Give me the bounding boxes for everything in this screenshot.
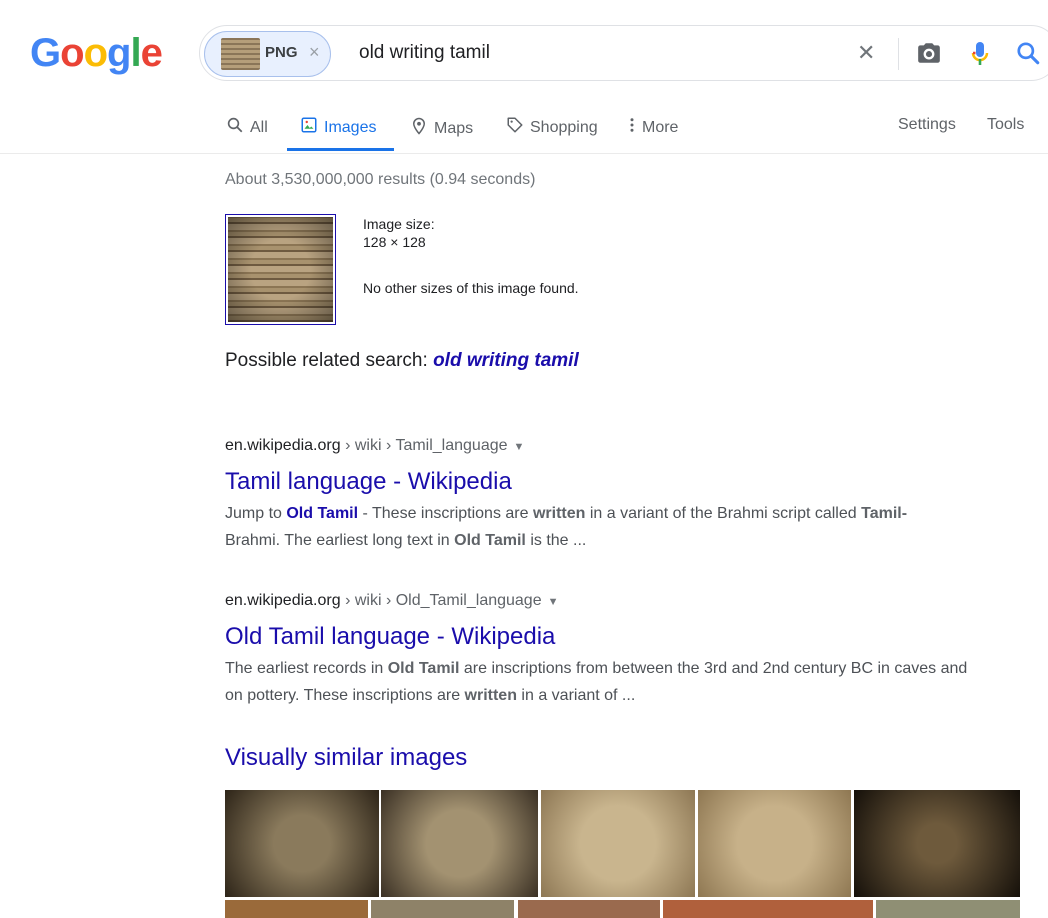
image-icon — [300, 116, 318, 139]
similar-image[interactable] — [876, 900, 1020, 918]
tabs-divider — [0, 153, 1048, 154]
snippet-bold: Tamil- — [861, 505, 908, 522]
chip-close-icon[interactable]: × — [309, 42, 320, 63]
logo-letter: o — [83, 31, 108, 75]
visually-similar-heading[interactable]: Visually similar images — [225, 744, 467, 772]
logo-letter: o — [60, 31, 84, 75]
snippet-bold: Old Tamil — [454, 532, 526, 549]
result-domain: en.wikipedia.org — [225, 437, 341, 454]
tab-more[interactable]: More — [628, 116, 678, 139]
search-result: en.wikipedia.org › wiki › Old_Tamil_lang… — [225, 591, 985, 709]
related-search: Possible related search: old writing tam… — [225, 350, 579, 372]
google-logo[interactable]: Google — [30, 31, 163, 75]
result-path: › wiki › Tamil_language — [340, 437, 508, 454]
result-url[interactable]: en.wikipedia.org › wiki › Old_Tamil_lang… — [225, 591, 985, 612]
snippet-bold: written — [532, 505, 586, 522]
result-stats: About 3,530,000,000 results (0.94 second… — [225, 171, 536, 188]
result-url[interactable]: en.wikipedia.org › wiki › Tamil_language… — [225, 436, 985, 457]
search-icon[interactable] — [1015, 40, 1041, 71]
tab-label: Shopping — [530, 118, 598, 136]
tools-link[interactable]: Tools — [987, 116, 1024, 134]
snippet-text: in a variant of the Brahmi script called — [585, 505, 862, 522]
result-snippet: The earliest records in Old Tamil are in… — [225, 655, 985, 709]
snippet-bold: written — [464, 687, 517, 704]
related-search-link[interactable]: old writing tamil — [433, 350, 579, 371]
similar-image[interactable] — [541, 790, 695, 897]
tab-maps[interactable]: Maps — [410, 116, 473, 141]
tab-images[interactable]: Images — [300, 116, 376, 139]
snippet-text: The earliest records in — [225, 660, 388, 677]
tab-label: Maps — [434, 119, 474, 137]
caret-down-icon[interactable]: ▼ — [548, 596, 559, 608]
similar-image[interactable] — [854, 790, 1020, 897]
tools-label: Tools — [987, 116, 1025, 133]
snippet-bold: Old Tamil — [387, 660, 460, 677]
logo-letter: l — [130, 31, 141, 75]
logo-letter: G — [30, 31, 61, 75]
settings-label: Settings — [898, 116, 956, 133]
similar-image[interactable] — [371, 900, 514, 918]
query-image-thumbnail[interactable] — [225, 214, 336, 325]
search-icon — [226, 116, 244, 139]
image-query-chip[interactable]: PNG × — [204, 31, 331, 77]
clear-icon[interactable]: ✕ — [857, 40, 875, 66]
result-snippet: Jump to Old Tamil - These inscriptions a… — [225, 500, 985, 554]
image-info: Image size: 128 × 128 No other sizes of … — [363, 215, 579, 297]
snippet-text: Jump to — [225, 505, 287, 522]
settings-link[interactable]: Settings — [898, 116, 956, 134]
caret-down-icon[interactable]: ▼ — [514, 441, 525, 453]
result-domain: en.wikipedia.org — [225, 592, 341, 609]
tab-label: All — [250, 118, 268, 136]
tag-icon — [506, 116, 524, 139]
result-path: › wiki › Old_Tamil_language — [340, 592, 542, 609]
tab-label: Images — [324, 118, 377, 136]
logo-letter: g — [107, 31, 131, 75]
related-search-prefix: Possible related search: — [225, 350, 428, 371]
similar-image[interactable] — [518, 900, 660, 918]
snippet-text: is the ... — [525, 532, 587, 549]
more-vert-icon — [628, 116, 636, 139]
active-tab-indicator — [287, 148, 394, 151]
result-title[interactable]: Old Tamil language - Wikipedia — [225, 622, 985, 652]
logo-letter: e — [140, 31, 163, 75]
image-size-value: 128 × 128 — [363, 234, 426, 250]
result-title[interactable]: Tamil language - Wikipedia — [225, 467, 985, 497]
snippet-text: - These inscriptions are — [358, 505, 533, 522]
map-pin-icon — [410, 116, 428, 141]
search-divider — [898, 38, 899, 70]
camera-icon[interactable] — [916, 40, 942, 71]
search-box[interactable]: PNG × old writing tamil ✕ — [199, 25, 1048, 81]
image-sizes-note: No other sizes of this image found. — [363, 280, 579, 296]
query-image — [228, 217, 333, 322]
similar-image[interactable] — [698, 790, 851, 897]
snippet-text: Brahmi. The earliest long text in — [225, 532, 455, 549]
microphone-icon[interactable] — [968, 40, 992, 73]
similar-image[interactable] — [225, 900, 368, 918]
similar-image[interactable] — [225, 790, 379, 897]
tab-shopping[interactable]: Shopping — [506, 116, 598, 139]
image-size-label: Image size: — [363, 216, 435, 232]
similar-image[interactable] — [663, 900, 873, 918]
chip-thumbnail — [221, 38, 260, 70]
tab-all[interactable]: All — [226, 116, 268, 139]
snippet-text: in a variant of ... — [516, 687, 636, 704]
chip-label: PNG — [265, 44, 298, 61]
tab-label: More — [642, 118, 679, 136]
similar-image[interactable] — [381, 790, 538, 897]
search-input[interactable]: old writing tamil — [359, 42, 490, 64]
jump-to-link[interactable]: Old Tamil — [286, 505, 358, 522]
search-tabs: All Images Maps Shopping More Settings T… — [0, 110, 1048, 154]
search-result: en.wikipedia.org › wiki › Tamil_language… — [225, 436, 985, 554]
